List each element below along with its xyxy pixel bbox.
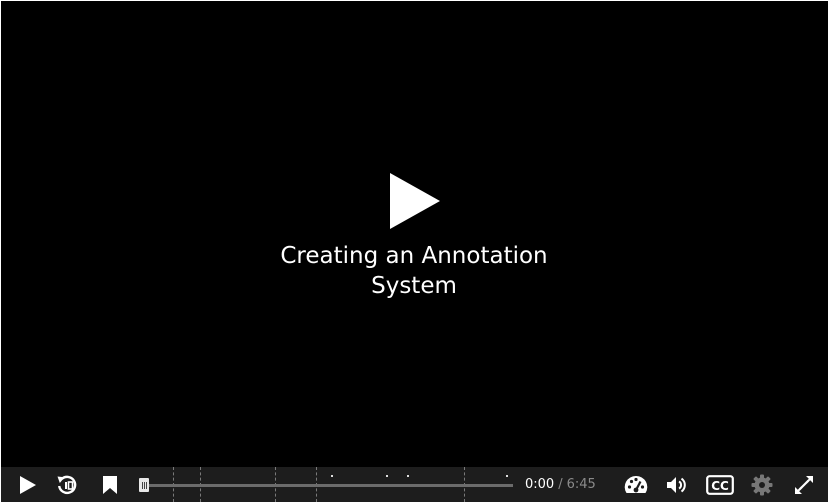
annotation-marker[interactable] xyxy=(386,475,388,477)
progress-handle[interactable] xyxy=(139,478,149,492)
bookmark-button[interactable] xyxy=(98,467,122,502)
playback-speed-button[interactable] xyxy=(623,467,649,502)
video-player[interactable]: Creating an Annotation System 0:00 / 6:4… xyxy=(1,1,828,502)
control-bar: 0:00 / 6:45 CC xyxy=(1,467,828,502)
captions-button[interactable]: CC xyxy=(705,467,735,502)
annotation-marker[interactable] xyxy=(331,475,333,477)
play-icon xyxy=(390,173,440,229)
annotation-marker[interactable] xyxy=(407,475,409,477)
play-button[interactable] xyxy=(14,467,40,502)
progress-track[interactable] xyxy=(139,484,513,487)
big-play-button[interactable] xyxy=(387,172,443,230)
rewind-10-icon xyxy=(57,475,77,494)
video-title: Creating an Annotation System xyxy=(280,243,548,299)
fullscreen-icon xyxy=(795,475,813,494)
video-splash[interactable]: Creating an Annotation System xyxy=(1,1,828,467)
annotation-marker[interactable] xyxy=(506,475,508,477)
duration: 6:45 xyxy=(566,477,596,492)
captions-label: CC xyxy=(711,479,729,493)
time-display: 0:00 / 6:45 xyxy=(525,467,596,502)
progress-bar[interactable] xyxy=(139,467,513,502)
speedometer-icon xyxy=(624,475,648,493)
closed-captions-icon: CC xyxy=(706,474,734,495)
bookmark-icon xyxy=(103,475,117,494)
volume-icon xyxy=(667,476,686,493)
volume-button[interactable] xyxy=(665,467,691,502)
fullscreen-button[interactable] xyxy=(791,467,817,502)
settings-button[interactable] xyxy=(750,467,774,502)
time-separator: / xyxy=(558,477,563,492)
replay-button[interactable] xyxy=(54,467,80,502)
gear-icon xyxy=(751,474,773,495)
current-time: 0:00 xyxy=(525,477,555,492)
play-icon xyxy=(20,475,36,494)
